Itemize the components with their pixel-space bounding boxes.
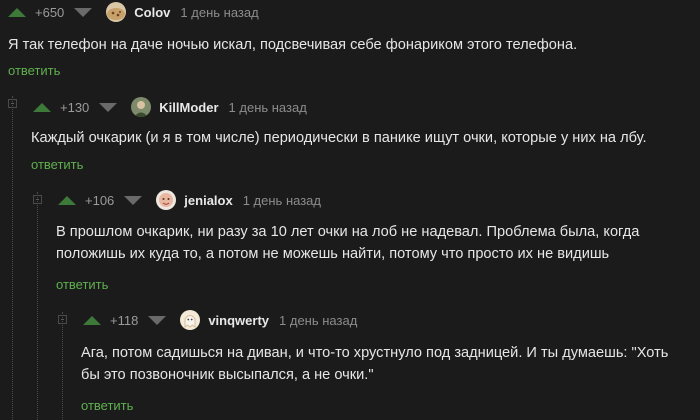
- thread-line: [62, 312, 63, 420]
- downvote-icon[interactable]: [74, 7, 93, 17]
- comment-rating: +106: [85, 192, 115, 208]
- upvote-icon[interactable]: [58, 195, 76, 205]
- upvote-icon[interactable]: [8, 7, 26, 17]
- comment-header: +650 Colov 1 день назад: [8, 1, 259, 23]
- reply-link[interactable]: ответить: [81, 398, 133, 413]
- comment-username[interactable]: vinqwerty: [208, 313, 269, 328]
- comment-username[interactable]: jenialox: [184, 193, 232, 208]
- comment-text: Каждый очкарик (и я в том числе) периоди…: [31, 130, 647, 146]
- face-avatar-icon[interactable]: [156, 190, 177, 210]
- comment-username[interactable]: KillModer: [159, 100, 218, 115]
- collapse-toggle[interactable]: [33, 195, 42, 204]
- comment-time: 1 день назад: [228, 99, 307, 115]
- reply-link[interactable]: ответить: [31, 157, 83, 172]
- comment-rating: +650: [35, 4, 65, 20]
- person-avatar-icon[interactable]: [131, 97, 152, 117]
- comment-rating: +118: [110, 312, 139, 328]
- ghost-avatar-icon[interactable]: [180, 310, 201, 330]
- comment-header: +106 jenialox 1 день назад: [58, 189, 321, 211]
- downvote-icon[interactable]: [148, 315, 167, 325]
- upvote-icon[interactable]: [83, 315, 101, 325]
- comment-time: 1 день назад: [242, 192, 321, 208]
- comment-text: Ага, потом садишься на диван, и что-то х…: [81, 345, 669, 383]
- thread-line: [12, 96, 13, 420]
- comment-time: 1 день назад: [180, 4, 259, 20]
- comment-text: Я так телефон на даче ночью искал, подсв…: [8, 37, 578, 53]
- comment-header: +118 vinqwerty 1 день назад: [83, 309, 357, 331]
- downvote-icon[interactable]: [124, 195, 143, 205]
- reply-link[interactable]: ответить: [56, 277, 108, 292]
- reply-link[interactable]: ответить: [8, 63, 60, 78]
- comment-text: В прошлом очкарик, ни разу за 10 лет очк…: [56, 224, 640, 262]
- thread-line: [37, 192, 38, 420]
- collapse-toggle[interactable]: [58, 315, 67, 324]
- upvote-icon[interactable]: [33, 102, 51, 112]
- cookie-avatar-icon[interactable]: [106, 2, 127, 22]
- downvote-icon[interactable]: [99, 102, 118, 112]
- collapse-toggle[interactable]: [8, 99, 17, 108]
- comment-username[interactable]: Colov: [134, 5, 170, 20]
- comment-header: +130 KillModer 1 день назад: [33, 96, 307, 118]
- comment-time: 1 день назад: [279, 312, 358, 328]
- comment-rating: +130: [60, 99, 90, 115]
